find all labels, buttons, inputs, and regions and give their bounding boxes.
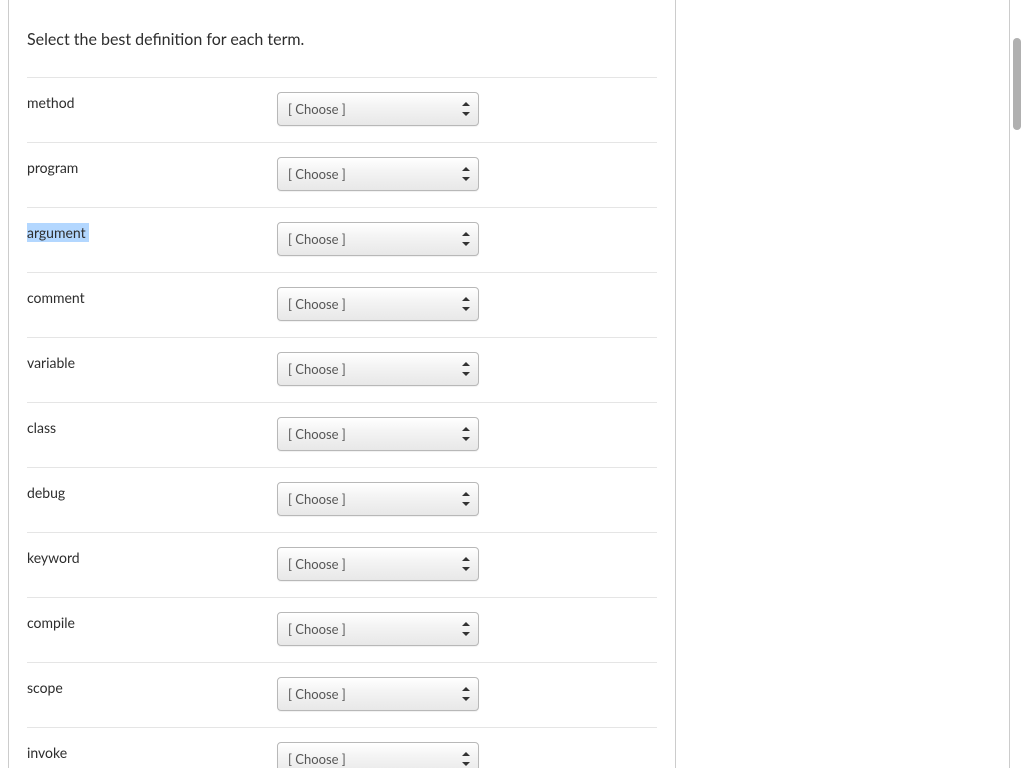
sort-arrows-icon bbox=[462, 232, 470, 246]
sort-arrows-icon bbox=[462, 557, 470, 571]
side-panel bbox=[676, 0, 1010, 768]
definition-select[interactable]: [ Choose ] bbox=[277, 482, 479, 516]
definition-select[interactable]: [ Choose ] bbox=[277, 417, 479, 451]
term-label: invoke bbox=[27, 744, 67, 761]
definition-select[interactable]: [ Choose ] bbox=[277, 677, 479, 711]
matching-row: class [ Choose ] bbox=[27, 403, 657, 468]
select-cell: [ Choose ] bbox=[277, 677, 479, 711]
select-value: [ Choose ] bbox=[288, 491, 346, 507]
definition-select[interactable]: [ Choose ] bbox=[277, 352, 479, 386]
select-value: [ Choose ] bbox=[288, 751, 346, 767]
select-value: [ Choose ] bbox=[288, 166, 346, 182]
select-cell: [ Choose ] bbox=[277, 612, 479, 646]
sort-arrows-icon bbox=[462, 752, 470, 766]
select-cell: [ Choose ] bbox=[277, 417, 479, 451]
term-cell: method bbox=[27, 92, 277, 111]
select-cell: [ Choose ] bbox=[277, 222, 479, 256]
matching-row: keyword [ Choose ] bbox=[27, 533, 657, 598]
select-cell: [ Choose ] bbox=[277, 352, 479, 386]
sort-arrows-icon bbox=[462, 427, 470, 441]
sort-arrows-icon bbox=[462, 297, 470, 311]
term-cell: invoke bbox=[27, 742, 277, 761]
select-value: [ Choose ] bbox=[288, 296, 346, 312]
sort-arrows-icon bbox=[462, 687, 470, 701]
matching-row: variable [ Choose ] bbox=[27, 338, 657, 403]
definition-select[interactable]: [ Choose ] bbox=[277, 547, 479, 581]
scrollbar-thumb[interactable] bbox=[1013, 38, 1021, 130]
matching-row: debug [ Choose ] bbox=[27, 468, 657, 533]
definition-select[interactable]: [ Choose ] bbox=[277, 222, 479, 256]
question-prompt: Select the best definition for each term… bbox=[27, 0, 657, 77]
term-label: argument bbox=[27, 223, 89, 242]
definition-select[interactable]: [ Choose ] bbox=[277, 612, 479, 646]
matching-row: comment [ Choose ] bbox=[27, 273, 657, 338]
select-cell: [ Choose ] bbox=[277, 742, 479, 768]
select-cell: [ Choose ] bbox=[277, 482, 479, 516]
select-value: [ Choose ] bbox=[288, 686, 346, 702]
select-cell: [ Choose ] bbox=[277, 92, 479, 126]
definition-select[interactable]: [ Choose ] bbox=[277, 157, 479, 191]
sort-arrows-icon bbox=[462, 102, 470, 116]
sort-arrows-icon bbox=[462, 362, 470, 376]
select-value: [ Choose ] bbox=[288, 426, 346, 442]
matching-row: compile [ Choose ] bbox=[27, 598, 657, 663]
term-label: scope bbox=[27, 679, 63, 696]
select-value: [ Choose ] bbox=[288, 231, 346, 247]
term-cell: scope bbox=[27, 677, 277, 696]
term-label: comment bbox=[27, 289, 85, 306]
term-cell: class bbox=[27, 417, 277, 436]
term-label: debug bbox=[27, 484, 65, 501]
select-cell: [ Choose ] bbox=[277, 157, 479, 191]
select-value: [ Choose ] bbox=[288, 361, 346, 377]
matching-row: scope [ Choose ] bbox=[27, 663, 657, 728]
term-cell: variable bbox=[27, 352, 277, 371]
matching-row: invoke [ Choose ] bbox=[27, 728, 657, 768]
term-cell: keyword bbox=[27, 547, 277, 566]
term-cell: argument bbox=[27, 222, 277, 241]
term-cell: compile bbox=[27, 612, 277, 631]
select-cell: [ Choose ] bbox=[277, 547, 479, 581]
term-label: keyword bbox=[27, 549, 80, 566]
question-panel: Select the best definition for each term… bbox=[8, 0, 676, 768]
term-label: variable bbox=[27, 354, 75, 371]
select-value: [ Choose ] bbox=[288, 621, 346, 637]
term-label: compile bbox=[27, 614, 75, 631]
term-label: program bbox=[27, 159, 78, 176]
matching-rows: method[ Choose ]program[ Choose ]argumen… bbox=[27, 77, 657, 768]
sort-arrows-icon bbox=[462, 167, 470, 181]
matching-row: argument [ Choose ] bbox=[27, 208, 657, 273]
term-label: method bbox=[27, 94, 74, 111]
sort-arrows-icon bbox=[462, 622, 470, 636]
term-cell: comment bbox=[27, 287, 277, 306]
term-cell: debug bbox=[27, 482, 277, 501]
sort-arrows-icon bbox=[462, 492, 470, 506]
page-wrapper: Select the best definition for each term… bbox=[0, 0, 1024, 768]
matching-row: program [ Choose ] bbox=[27, 143, 657, 208]
select-value: [ Choose ] bbox=[288, 556, 346, 572]
term-label: class bbox=[27, 419, 56, 436]
select-value: [ Choose ] bbox=[288, 101, 346, 117]
definition-select[interactable]: [ Choose ] bbox=[277, 92, 479, 126]
term-cell: program bbox=[27, 157, 277, 176]
page-scrollbar[interactable] bbox=[1012, 0, 1022, 768]
select-cell: [ Choose ] bbox=[277, 287, 479, 321]
matching-row: method [ Choose ] bbox=[27, 78, 657, 143]
definition-select[interactable]: [ Choose ] bbox=[277, 742, 479, 768]
definition-select[interactable]: [ Choose ] bbox=[277, 287, 479, 321]
